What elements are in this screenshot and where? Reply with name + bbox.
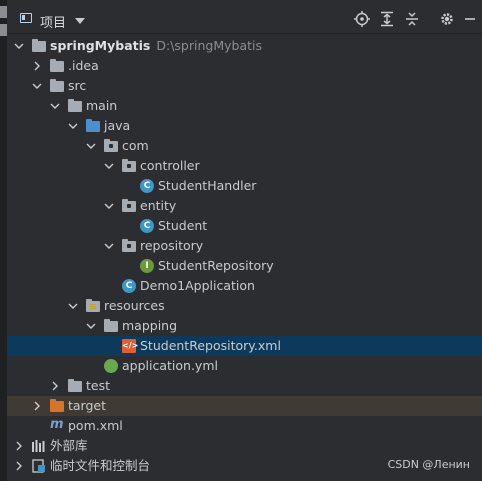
chevron-down-icon[interactable] (104, 201, 114, 211)
side-tool-strip (0, 0, 7, 481)
resources-folder-icon (86, 299, 100, 312)
controller-label: controller (140, 158, 200, 173)
chevron-right-icon[interactable] (14, 461, 24, 471)
resources-label: resources (104, 298, 165, 313)
tree-row-student-repository-xml[interactable]: </> StudentRepository.xml (7, 336, 482, 356)
java-label: java (104, 118, 131, 133)
folder-icon (50, 79, 64, 92)
chevron-down-icon[interactable] (86, 321, 96, 331)
xml-file-icon: </> (122, 339, 138, 353)
tree-row-pom[interactable]: m pom.xml (7, 416, 482, 436)
package-icon (122, 199, 136, 212)
src-label: src (68, 78, 87, 93)
chevron-down-icon[interactable] (104, 161, 114, 171)
module-folder-icon (32, 39, 46, 52)
collapse-all-icon[interactable] (404, 11, 420, 27)
chevron-right-icon[interactable] (32, 61, 42, 71)
tree-row-resources[interactable]: resources (7, 296, 482, 316)
root-path: D:\springMybatis (156, 38, 262, 53)
class-icon: C (140, 179, 154, 193)
tree-row-main[interactable]: main (7, 96, 482, 116)
tree-row-com[interactable]: com (7, 136, 482, 156)
demo-application-label: Demo1Application (140, 278, 255, 293)
com-label: com (122, 138, 149, 153)
entity-label: entity (140, 198, 177, 213)
package-icon (122, 239, 136, 252)
tree-row-student-handler[interactable]: C StudentHandler (7, 176, 482, 196)
idea-label: .idea (68, 58, 99, 73)
student-repository-label: StudentRepository (158, 258, 274, 273)
tree-row-application-yml[interactable]: application.yml (7, 356, 482, 376)
spring-boot-class-icon: C (122, 279, 136, 293)
student-repository-xml-label: StudentRepository.xml (140, 338, 281, 353)
chevron-right-icon[interactable] (50, 381, 60, 391)
csdn-watermark: CSDN @Ле⁠нин (387, 458, 470, 471)
external-libraries-label: 外部库 (50, 438, 88, 453)
tree-row-test[interactable]: test (7, 376, 482, 396)
tree-row-root[interactable]: springMybatis D:\springMybatis (7, 36, 482, 56)
project-view-title[interactable]: 项目 (40, 12, 66, 31)
class-icon: C (140, 219, 154, 233)
chevron-right-icon[interactable] (32, 401, 42, 411)
folder-icon (68, 379, 82, 392)
tree-row-repository[interactable]: repository (7, 236, 482, 256)
minimize-icon[interactable] (462, 11, 478, 27)
excluded-folder-icon (50, 399, 64, 412)
chevron-right-icon[interactable] (14, 441, 24, 451)
application-yml-label: application.yml (122, 358, 218, 373)
tree-row-external-libraries[interactable]: 外部库 (7, 436, 482, 456)
package-icon (122, 159, 136, 172)
root-label: springMybatis D:\springMybatis (50, 38, 262, 54)
chevron-down-icon[interactable] (104, 241, 114, 251)
yaml-config-icon (104, 359, 118, 373)
target-label: target (68, 398, 107, 413)
tree-row-src[interactable]: src (7, 76, 482, 96)
project-view-icon (20, 13, 32, 23)
pom-label: pom.xml (68, 418, 123, 433)
settings-gear-icon[interactable] (439, 11, 455, 27)
maven-icon: m (50, 417, 64, 432)
view-dropdown-caret-icon[interactable] (75, 18, 85, 24)
chevron-down-icon[interactable] (14, 41, 24, 51)
locate-target-icon[interactable] (354, 11, 370, 27)
chevron-down-icon[interactable] (32, 81, 42, 91)
folder-icon (68, 99, 82, 112)
tree-row-target[interactable]: target (7, 396, 482, 416)
chevron-down-icon[interactable] (68, 301, 78, 311)
tree-row-idea[interactable]: .idea (7, 56, 482, 76)
expand-all-icon[interactable] (379, 11, 395, 27)
chevron-down-icon[interactable] (68, 121, 78, 131)
interface-icon: I (140, 259, 154, 273)
folder-icon (50, 59, 64, 72)
mapping-label: mapping (122, 318, 178, 333)
root-name: springMybatis (50, 38, 151, 53)
tree-row-controller[interactable]: controller (7, 156, 482, 176)
package-icon (104, 139, 118, 152)
side-tab-marker[interactable] (0, 6, 7, 18)
student-handler-label: StudentHandler (158, 178, 257, 193)
side-tab-marker[interactable] (0, 24, 7, 36)
tree-row-entity[interactable]: entity (7, 196, 482, 216)
library-icon (32, 440, 45, 452)
test-label: test (86, 378, 111, 393)
scratches-label: 临时文件和控制台 (50, 458, 151, 473)
tree-row-student[interactable]: C Student (7, 216, 482, 236)
scratches-console-icon (32, 459, 45, 473)
project-tool-window-header: 项目 (7, 0, 482, 34)
folder-icon (104, 319, 118, 332)
source-folder-icon (86, 119, 100, 132)
tree-row-mapping[interactable]: mapping (7, 316, 482, 336)
main-label: main (86, 98, 118, 113)
repository-label: repository (140, 238, 204, 253)
tree-row-demo-application[interactable]: C Demo1Application (7, 276, 482, 296)
chevron-down-icon[interactable] (50, 101, 60, 111)
chevron-down-icon[interactable] (86, 141, 96, 151)
student-label: Student (158, 218, 208, 233)
tree-row-student-repository[interactable]: I StudentRepository (7, 256, 482, 276)
tree-row-java[interactable]: java (7, 116, 482, 136)
